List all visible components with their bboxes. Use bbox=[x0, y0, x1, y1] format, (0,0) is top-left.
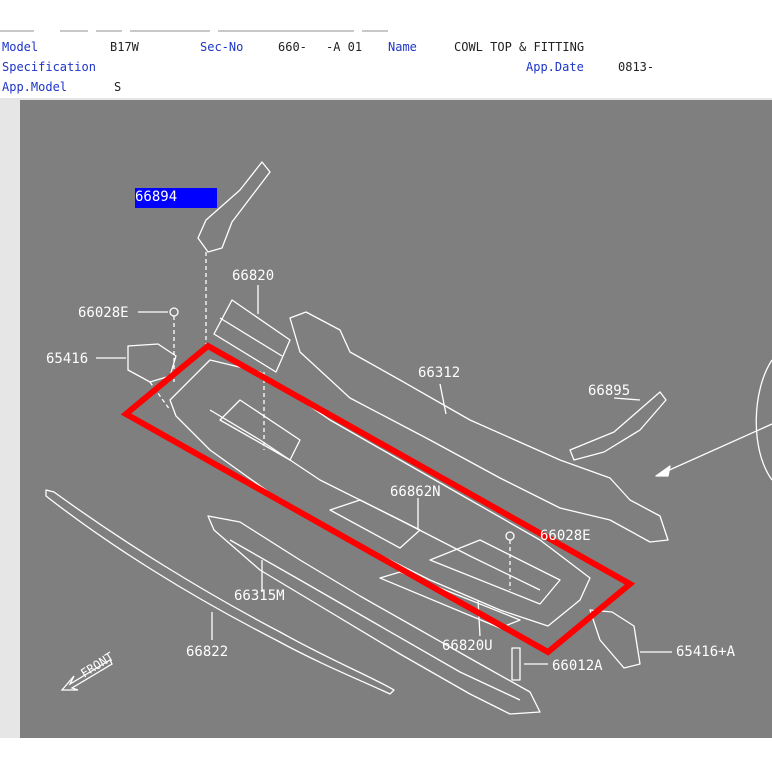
part-label-65416[interactable]: 65416 bbox=[46, 351, 88, 367]
part-label-66820U[interactable]: 66820U bbox=[442, 638, 493, 654]
part-label-66894[interactable]: 66894 bbox=[135, 189, 177, 205]
part-label-65416A[interactable]: 65416+A bbox=[676, 644, 736, 660]
part-label-66312[interactable]: 66312 bbox=[418, 365, 460, 381]
part-label-66028E-right[interactable]: 66028E bbox=[540, 528, 591, 544]
exploded-parts-illustration: 66894 66820 66028E 65416 66312 66895 668… bbox=[45, 161, 772, 715]
bottom-bar bbox=[0, 738, 772, 772]
part-66862N-cowl[interactable] bbox=[169, 359, 591, 627]
part-66895-trim[interactable] bbox=[569, 391, 667, 461]
part-label-66012A[interactable]: 66012A bbox=[552, 658, 603, 674]
part-66820-pad[interactable] bbox=[213, 299, 291, 373]
part-label-66315M[interactable]: 66315M bbox=[234, 588, 285, 604]
part-label-66028E-top[interactable]: 66028E bbox=[78, 305, 129, 321]
part-label-66822[interactable]: 66822 bbox=[186, 644, 228, 660]
part-label-66820[interactable]: 66820 bbox=[232, 268, 274, 284]
part-label-66862N[interactable]: 66862N bbox=[390, 484, 441, 500]
part-66012A-bolt[interactable] bbox=[511, 647, 521, 681]
part-label-66895[interactable]: 66895 bbox=[588, 383, 630, 399]
